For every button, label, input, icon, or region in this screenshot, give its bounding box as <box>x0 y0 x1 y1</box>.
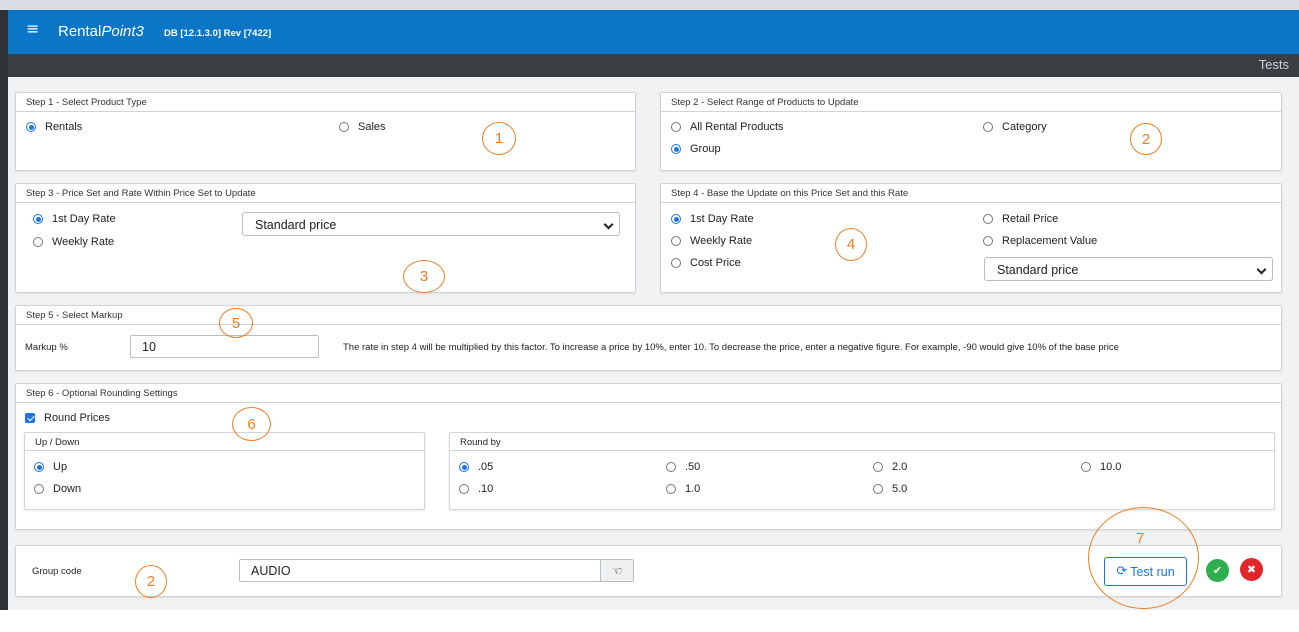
step1-title: Step 1 - Select Product Type <box>16 93 635 112</box>
annotation-3: 3 <box>403 260 445 293</box>
radio-indicator[interactable] <box>34 484 44 494</box>
radio-indicator[interactable] <box>34 462 44 472</box>
chevron-down-icon <box>603 219 614 230</box>
radio-group[interactable]: Group <box>671 143 721 155</box>
annotation-5: 5 <box>219 308 253 338</box>
chevron-down-icon <box>1256 264 1267 275</box>
checkbox-indicator[interactable] <box>25 413 35 423</box>
markup-hint: The rate in step 4 will be multiplied by… <box>343 342 1119 353</box>
radio-indicator[interactable] <box>666 462 676 472</box>
page-title: Tests <box>1258 57 1289 72</box>
radio-indicator[interactable] <box>671 214 681 224</box>
radio-indicator[interactable] <box>873 462 883 472</box>
step4-title: Step 4 - Base the Update on this Price S… <box>661 184 1281 203</box>
close-icon: ✖ <box>1246 563 1257 576</box>
radio-step4-weekly-rate[interactable]: Weekly Rate <box>671 235 752 247</box>
radio-round-10-0[interactable]: 10.0 <box>1081 461 1121 473</box>
radio-step4-retail-price[interactable]: Retail Price <box>983 213 1058 225</box>
radio-round-05[interactable]: .05 <box>459 461 493 473</box>
lookup-button[interactable]: ☜ <box>600 559 634 582</box>
radio-category[interactable]: Category <box>983 121 1047 133</box>
db-version-info: DB [12.1.3.0] Rev [7422] <box>164 28 272 39</box>
group-code-label: Group code <box>32 566 82 577</box>
radio-indicator[interactable] <box>459 484 469 494</box>
pointer-hand-icon: ☜ <box>611 563 623 578</box>
annotation-7-circle <box>1088 507 1199 609</box>
radio-indicator[interactable] <box>1081 462 1091 472</box>
radio-sales[interactable]: Sales <box>339 121 386 133</box>
radio-round-1-0[interactable]: 1.0 <box>666 483 700 495</box>
step6-panel: Step 6 - Optional Rounding Settings Roun… <box>15 383 1282 530</box>
radio-step3-1st-day-rate[interactable]: 1st Day Rate <box>33 213 116 225</box>
cancel-button[interactable]: ✖ <box>1240 558 1263 581</box>
step1-panel: Step 1 - Select Product Type Rentals Sal… <box>15 92 636 171</box>
app-header: ≡ RentalPoint3 DB [12.1.3.0] Rev [7422] <box>8 10 1299 54</box>
annotation-7-label: 7 <box>1136 530 1145 547</box>
step3-panel: Step 3 - Price Set and Rate Within Price… <box>15 183 636 293</box>
step3-price-set-select[interactable]: Standard price <box>242 212 620 236</box>
radio-indicator[interactable] <box>33 237 43 247</box>
annotation-4: 4 <box>835 228 867 261</box>
radio-indicator[interactable] <box>26 122 36 132</box>
radio-indicator[interactable] <box>671 258 681 268</box>
step2-panel: Step 2 - Select Range of Products to Upd… <box>660 92 1282 171</box>
radio-up[interactable]: Up <box>34 461 67 473</box>
radio-indicator[interactable] <box>459 462 469 472</box>
radio-rentals[interactable]: Rentals <box>26 121 82 133</box>
radio-all-rental-products[interactable]: All Rental Products <box>671 121 784 133</box>
annotation-6: 6 <box>232 407 271 441</box>
updown-title: Up / Down <box>25 433 424 451</box>
radio-indicator[interactable] <box>983 236 993 246</box>
annotation-1: 1 <box>482 122 516 155</box>
page-title-bar: Tests <box>8 54 1299 77</box>
round-prices-checkbox[interactable]: Round Prices <box>25 412 110 424</box>
radio-round-2-0[interactable]: 2.0 <box>873 461 907 473</box>
radio-indicator[interactable] <box>666 484 676 494</box>
radio-indicator[interactable] <box>671 122 681 132</box>
step3-title: Step 3 - Price Set and Rate Within Price… <box>16 184 635 203</box>
markup-input[interactable]: 10 <box>130 335 319 358</box>
radio-round-10[interactable]: .10 <box>459 483 493 495</box>
step5-title: Step 5 - Select Markup <box>16 306 1281 325</box>
menu-icon[interactable]: ≡ <box>26 19 39 38</box>
radio-indicator[interactable] <box>339 122 349 132</box>
radio-round-50[interactable]: .50 <box>666 461 700 473</box>
main-content: Step 1 - Select Product Type Rentals Sal… <box>8 77 1299 610</box>
group-code-input[interactable]: AUDIO <box>239 559 601 582</box>
left-edge-bar <box>0 10 8 610</box>
radio-indicator[interactable] <box>983 122 993 132</box>
annotation-2-bottom: 2 <box>135 565 167 598</box>
confirm-button[interactable]: ✔ <box>1206 559 1229 582</box>
radio-step4-1st-day-rate[interactable]: 1st Day Rate <box>671 213 754 225</box>
radio-down[interactable]: Down <box>34 483 81 495</box>
roundby-title: Round by <box>450 433 1274 451</box>
annotation-2-top: 2 <box>1130 123 1162 155</box>
step2-title: Step 2 - Select Range of Products to Upd… <box>661 93 1281 112</box>
roundby-subpanel: Round by .05 .50 2.0 10.0 .10 1.0 5.0 <box>449 432 1275 510</box>
step6-title: Step 6 - Optional Rounding Settings <box>16 384 1281 403</box>
radio-indicator[interactable] <box>33 214 43 224</box>
app-name: RentalPoint3 <box>58 23 144 40</box>
step5-panel: Step 5 - Select Markup Markup % 10 The r… <box>15 305 1282 371</box>
radio-indicator[interactable] <box>873 484 883 494</box>
window-top-strip <box>0 0 1299 10</box>
updown-subpanel: Up / Down Up Down <box>24 432 425 510</box>
step4-price-set-select[interactable]: Standard price <box>984 257 1273 281</box>
radio-step3-weekly-rate[interactable]: Weekly Rate <box>33 236 114 248</box>
radio-round-5-0[interactable]: 5.0 <box>873 483 907 495</box>
radio-indicator[interactable] <box>983 214 993 224</box>
radio-indicator[interactable] <box>671 144 681 154</box>
step4-panel: Step 4 - Base the Update on this Price S… <box>660 183 1282 293</box>
radio-step4-replacement-value[interactable]: Replacement Value <box>983 235 1097 247</box>
markup-label: Markup % <box>25 342 68 353</box>
check-icon: ✔ <box>1212 564 1223 577</box>
radio-indicator[interactable] <box>671 236 681 246</box>
radio-step4-cost-price[interactable]: Cost Price <box>671 257 741 269</box>
